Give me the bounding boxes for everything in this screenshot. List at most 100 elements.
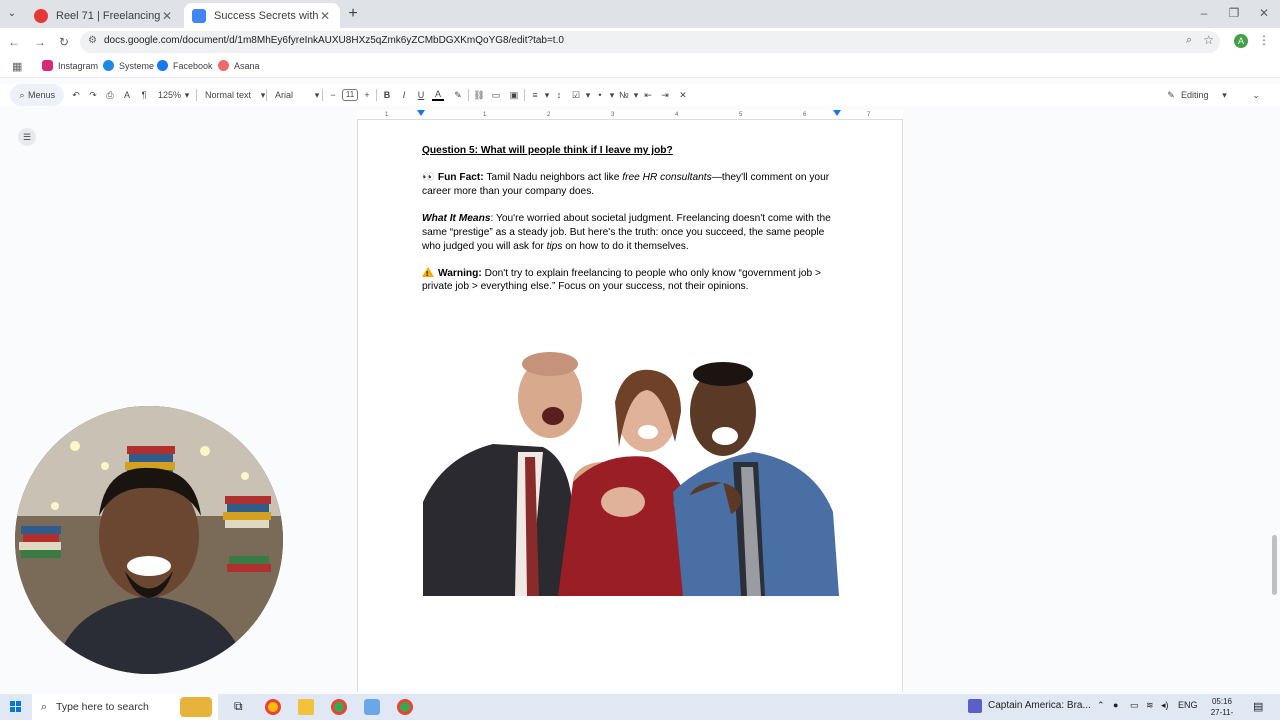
meaning-text-end: on how to do it themselves. <box>562 240 689 252</box>
page-body[interactable]: Question 5: What will people think if I … <box>422 144 842 308</box>
menus-button[interactable]: ⌕ Menus <box>10 84 64 106</box>
bookmark-facebook[interactable]: Facebook <box>157 60 213 71</box>
url-text[interactable]: docs.google.com/document/d/1m8MhEy6fyreI… <box>104 35 564 46</box>
bookmark-label: Instagram <box>58 60 99 71</box>
notifications-icon[interactable]: ▤ <box>1253 700 1263 713</box>
clear-formatting-icon[interactable]: ✕ <box>677 84 689 106</box>
bulleted-list-icon[interactable]: • ▾ <box>594 84 618 106</box>
underline-icon[interactable]: U <box>415 84 427 106</box>
spellcheck-icon[interactable]: A <box>121 84 133 106</box>
question-heading[interactable]: Question 5: What will people think if I … <box>422 144 842 158</box>
back-arrow-icon[interactable]: ← <box>6 34 22 50</box>
ruler-tick: 1 <box>483 112 487 118</box>
warning-paragraph[interactable]: Warning: Don't try to explain freelancin… <box>422 266 842 294</box>
fun-fact-italic: free HR consultants <box>622 172 712 184</box>
tab-search-icon[interactable]: ⌄ <box>4 6 20 22</box>
bookmark-systeme[interactable]: Systeme <box>103 60 154 71</box>
ruler-tick: 7 <box>867 112 871 118</box>
numbered-list-icon[interactable]: № ▾ <box>618 84 642 106</box>
highlight-color-icon[interactable]: ✎ <box>452 84 464 106</box>
bold-icon[interactable]: B <box>381 84 393 106</box>
people-pointing-photo[interactable] <box>423 352 839 596</box>
text-color-icon[interactable]: A <box>432 84 444 106</box>
omnibox[interactable]: ⚙ docs.google.com/document/d/1m8MhEy6fyr… <box>80 31 1220 53</box>
forward-arrow-icon[interactable]: → <box>32 34 48 50</box>
document-page[interactable]: Question 5: What will people think if I … <box>357 120 903 692</box>
media-title[interactable]: Captain America: Bra... <box>988 700 1091 711</box>
document-scrollbar-thumb[interactable] <box>1272 535 1277 595</box>
horizontal-ruler[interactable]: 1 1 2 3 4 5 6 7 <box>357 110 903 120</box>
battery-icon[interactable]: ▭ <box>1130 700 1139 711</box>
app-icon[interactable] <box>364 699 380 715</box>
undo-icon[interactable]: ↶ <box>70 84 82 106</box>
chrome-active-icon[interactable] <box>397 699 413 715</box>
restore-icon[interactable]: ❐ <box>1226 6 1242 20</box>
task-view-icon[interactable]: ⧉ <box>234 699 243 714</box>
insert-image-icon[interactable]: ▣ <box>508 84 520 106</box>
profile-avatar[interactable]: A <box>1234 34 1248 48</box>
insert-link-icon[interactable]: ⛓ <box>473 84 485 106</box>
zoom-select[interactable]: 125% ▾ <box>158 84 193 106</box>
align-icon[interactable]: ≡ ▾ <box>529 84 553 106</box>
meaning-paragraph[interactable]: What It Means: You're worried about soci… <box>422 212 842 253</box>
bookmark-instagram[interactable]: Instagram <box>42 60 98 71</box>
decrease-indent-icon[interactable]: ⇤ <box>642 84 654 106</box>
tab-title: Success Secrets with Alex | Free <box>214 9 318 22</box>
add-comment-icon[interactable]: ▭ <box>490 84 502 106</box>
eyes-emoji-icon: 👀 <box>422 172 435 184</box>
browser-menu-kebab-icon[interactable]: ⋮ <box>1258 33 1270 47</box>
italic-icon[interactable]: I <box>398 84 410 106</box>
document-outline-icon[interactable]: ☰ <box>18 128 36 146</box>
fun-fact-paragraph[interactable]: 👀 Fun Fact: Tamil Nadu neighbors act lik… <box>422 171 842 198</box>
style-select[interactable]: Normal text ▾ <box>205 84 269 106</box>
increase-indent-icon[interactable]: ⇥ <box>659 84 671 106</box>
media-app-icon[interactable] <box>968 699 982 713</box>
left-indent-marker[interactable] <box>417 110 425 116</box>
print-icon[interactable]: ⎙ <box>104 84 116 106</box>
style-value: Normal text <box>205 90 252 100</box>
window-close-icon[interactable]: ✕ <box>1256 6 1272 20</box>
apps-grid-icon[interactable]: ▦ <box>12 60 22 73</box>
warning-text: Don't try to explain freelancing to peop… <box>422 267 821 293</box>
right-indent-marker[interactable] <box>833 110 841 116</box>
search-icon: ⌕ <box>19 89 25 100</box>
volume-icon[interactable]: ◂) <box>1161 700 1169 711</box>
close-tab-icon[interactable]: ✕ <box>160 9 174 23</box>
wifi-icon[interactable]: ≋ <box>1146 700 1154 711</box>
zoom-magnifier-icon[interactable]: ⌕ <box>1186 34 1192 47</box>
new-tab-plus-icon[interactable]: + <box>344 5 362 23</box>
asana-icon <box>218 60 229 71</box>
language-indicator[interactable]: ENG <box>1178 700 1198 710</box>
font-select[interactable]: Arial ▾ <box>275 84 323 106</box>
editing-mode-select[interactable]: ✎ Editing ▾ <box>1165 84 1235 106</box>
chrome-icon[interactable] <box>265 699 281 715</box>
bookmark-star-icon[interactable]: ☆ <box>1203 33 1214 47</box>
tab-success-secrets[interactable]: Success Secrets with Alex | Free ✕ <box>184 3 340 28</box>
reload-icon[interactable]: ↻ <box>56 34 72 50</box>
menus-label: Menus <box>28 90 56 100</box>
show-hidden-icons-chevron-icon[interactable]: ⌃ <box>1097 700 1105 711</box>
checklist-icon[interactable]: ☑ ▾ <box>570 84 594 106</box>
collapse-toolbar-chevron-icon[interactable]: ⌄ <box>1250 84 1262 106</box>
close-tab-icon[interactable]: ✕ <box>318 9 332 23</box>
increase-font-size-icon[interactable]: + <box>361 84 373 106</box>
minimize-icon[interactable]: – <box>1196 6 1212 20</box>
meaning-label: What It Means <box>422 213 491 225</box>
zoom-value: 125% <box>158 90 182 100</box>
toolbar-divider <box>196 89 197 101</box>
redo-icon[interactable]: ↷ <box>87 84 99 106</box>
chrome-profile-icon[interactable] <box>331 699 347 715</box>
decrease-font-size-icon[interactable]: − <box>327 84 339 106</box>
microphone-icon[interactable]: ● <box>1113 700 1118 710</box>
bookmark-asana[interactable]: Asana <box>218 60 260 71</box>
paint-format-icon[interactable]: ¶ <box>138 84 150 106</box>
tab-title: Reel 71 | Freelancing FAQ Series <box>56 9 160 22</box>
windows-start-icon[interactable] <box>10 701 22 713</box>
font-size-input[interactable]: 11 <box>342 84 358 106</box>
search-highlight-icon[interactable] <box>180 697 212 717</box>
clock[interactable]: 05:16 27-11-2024 <box>1202 696 1242 720</box>
tab-reel71[interactable]: Reel 71 | Freelancing FAQ Series ✕ <box>26 3 182 28</box>
file-explorer-icon[interactable] <box>298 699 314 715</box>
site-info-icon[interactable]: ⚙ <box>88 35 97 46</box>
line-spacing-icon[interactable]: ↕ <box>553 84 565 106</box>
